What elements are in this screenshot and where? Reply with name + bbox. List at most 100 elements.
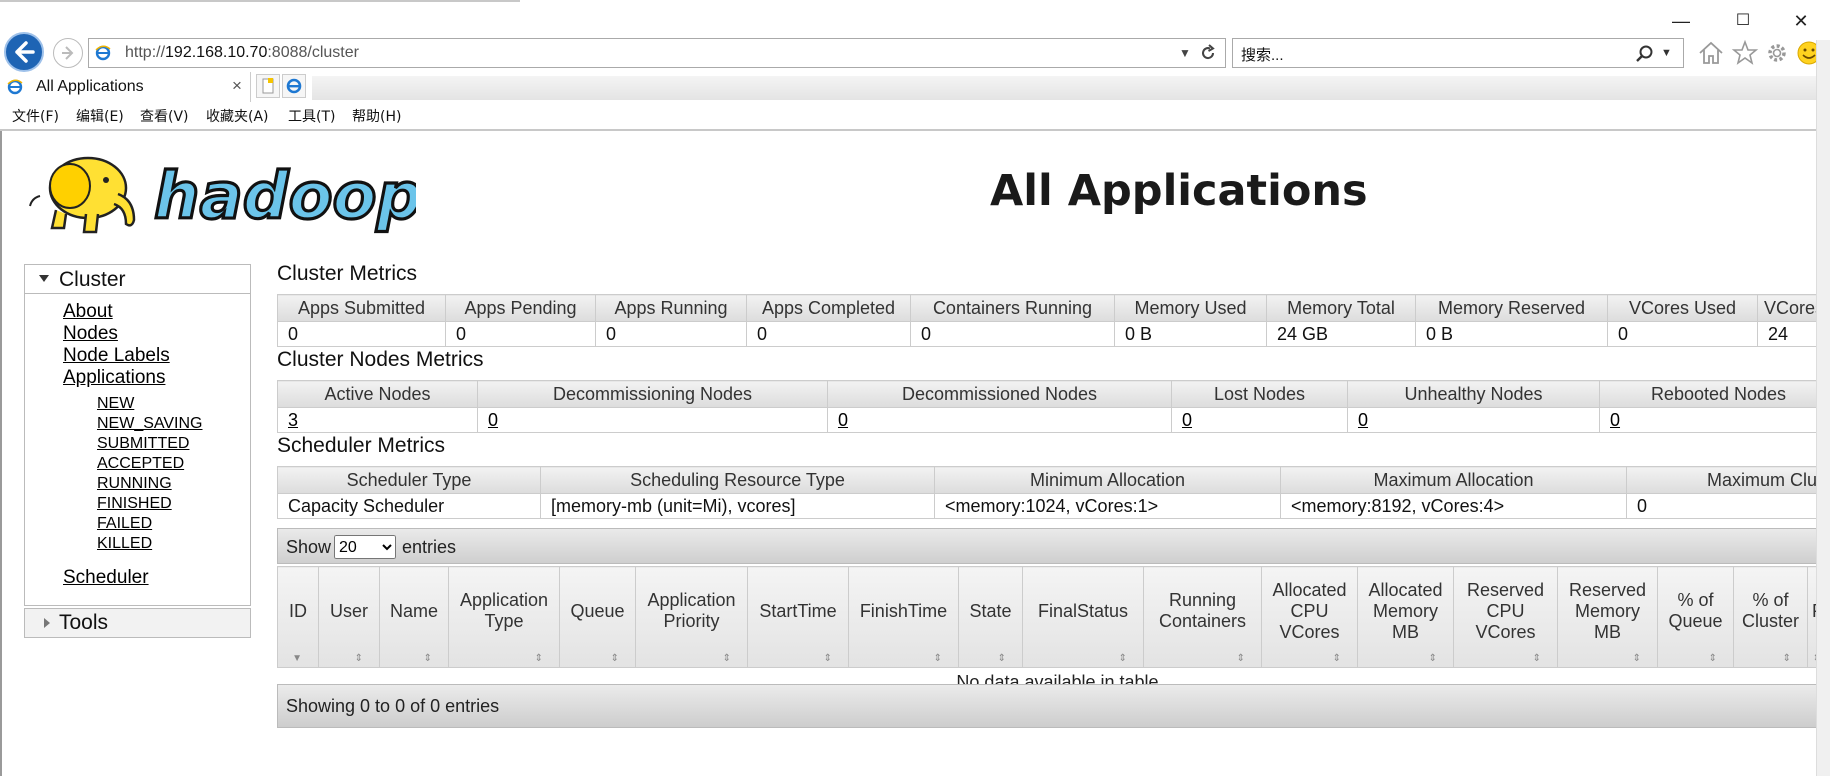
- val-apps-completed: 0: [746, 321, 911, 347]
- col-id[interactable]: ID ▼: [277, 566, 319, 668]
- col-unhealthy-nodes: Unhealthy Nodes: [1347, 380, 1600, 408]
- sidebar-state-submitted[interactable]: SUBMITTED: [97, 435, 189, 453]
- cluster-label: Cluster: [59, 268, 126, 291]
- forward-button[interactable]: [53, 38, 83, 68]
- col-finalstatus[interactable]: FinalStatus ⇕: [1022, 566, 1144, 668]
- link-decommissioning-nodes[interactable]: 0: [488, 410, 498, 430]
- sidebar-link-scheduler[interactable]: Scheduler: [63, 567, 149, 589]
- back-button[interactable]: [4, 32, 44, 72]
- val-apps-submitted: 0: [277, 321, 446, 347]
- col-application-type[interactable]: Application Type ⇕: [448, 566, 560, 668]
- url-text[interactable]: http://192.168.10.70:8088/cluster: [125, 44, 359, 62]
- col-reserved-cpu-vcores[interactable]: Reserved CPU VCores ⇕: [1453, 566, 1558, 668]
- search-box[interactable]: 搜索... ▼: [1232, 38, 1684, 68]
- favorites-star-icon[interactable]: [1730, 38, 1760, 68]
- col-memory-used: Memory Used: [1114, 294, 1267, 322]
- val-minimum-allocation: <memory:1024, vCores:1>: [934, 493, 1281, 519]
- settings-gear-icon[interactable]: [1762, 38, 1792, 68]
- tab-all-applications[interactable]: All Applications ×: [0, 72, 251, 102]
- table-info-text: Showing 0 to 0 of 0 entries: [286, 696, 500, 716]
- link-rebooted-nodes[interactable]: 0: [1610, 410, 1620, 430]
- hadoop-logo: hadoop: [29, 156, 416, 236]
- col-queue[interactable]: Queue ⇕: [559, 566, 636, 668]
- column-label: ID: [289, 600, 307, 621]
- sidebar-state-finished[interactable]: FINISHED: [97, 495, 172, 513]
- sidebar-link-applications[interactable]: Applications: [63, 367, 165, 389]
- ie-quick-tab-button[interactable]: [282, 74, 306, 98]
- cluster-section-header[interactable]: Cluster: [25, 265, 250, 294]
- sidebar-state-accepted[interactable]: ACCEPTED: [97, 455, 184, 473]
- logo-wordmark: hadoop: [154, 160, 416, 234]
- sort-both-icon: ⇕: [933, 653, 942, 664]
- col-application-priority[interactable]: Application Priority ⇕: [635, 566, 748, 668]
- sidebar-link-nodes[interactable]: Nodes: [63, 323, 118, 345]
- sidebar-link-about[interactable]: About: [63, 301, 113, 323]
- sort-both-icon: ⇕: [354, 653, 363, 664]
- link-active-nodes[interactable]: 3: [288, 410, 298, 430]
- address-bar[interactable]: http://192.168.10.70:8088/cluster ▼: [88, 38, 1226, 68]
- sidebar-state-running[interactable]: RUNNING: [97, 475, 172, 493]
- sort-both-icon: ⇕: [1532, 653, 1541, 664]
- show-label: Show: [286, 537, 332, 557]
- col-decommissioning-nodes: Decommissioning Nodes: [477, 380, 828, 408]
- col-starttime[interactable]: StartTime ⇕: [747, 566, 849, 668]
- refresh-icon[interactable]: [1199, 44, 1217, 62]
- link-lost-nodes[interactable]: 0: [1182, 410, 1192, 430]
- col-minimum-allocation: Minimum Allocation: [934, 466, 1281, 494]
- val-memory-total: 24 GB: [1266, 321, 1416, 347]
- menu-file[interactable]: 文件(F): [12, 106, 59, 126]
- col-name[interactable]: Name ⇕: [379, 566, 449, 668]
- val-apps-pending: 0: [445, 321, 596, 347]
- sidebar-state-failed[interactable]: FAILED: [97, 515, 152, 533]
- menu-tools[interactable]: 工具(T): [288, 106, 335, 126]
- tab-close-icon[interactable]: ×: [232, 76, 242, 96]
- search-dropdown-icon[interactable]: ▼: [1661, 47, 1672, 59]
- maximize-button[interactable]: ☐: [1728, 10, 1758, 32]
- new-tab-button[interactable]: [256, 74, 280, 98]
- ie-tab-icon: [7, 79, 23, 95]
- col-pct-of-queue[interactable]: % of Queue ⇕: [1657, 566, 1734, 668]
- sidebar-tools[interactable]: Tools: [24, 608, 251, 638]
- sidebar-cluster: Cluster About Nodes Node Labels Applicat…: [24, 264, 251, 606]
- col-state[interactable]: State ⇕: [958, 566, 1023, 668]
- col-running-containers[interactable]: Running Containers ⇕: [1143, 566, 1262, 668]
- column-label: User: [329, 600, 368, 621]
- home-icon[interactable]: [1696, 38, 1726, 68]
- col-vcores-used: VCores Used: [1607, 294, 1758, 322]
- close-window-button[interactable]: ✕: [1786, 10, 1816, 32]
- col-active-nodes: Active Nodes: [277, 380, 478, 408]
- col-rebooted-nodes: Rebooted Nodes: [1599, 380, 1830, 408]
- sort-both-icon: ⇕: [610, 653, 619, 664]
- window-top-strip: [0, 0, 520, 2]
- sort-both-icon: ⇕: [823, 653, 832, 664]
- menu-bar: 文件(F) 编辑(E) 查看(V) 收藏夹(A) 工具(T) 帮助(H): [0, 102, 1830, 128]
- col-reserved-memory-mb[interactable]: Reserved Memory MB ⇕: [1557, 566, 1658, 668]
- sidebar-link-node-labels[interactable]: Node Labels: [63, 345, 170, 367]
- back-arrow-icon: [15, 41, 35, 63]
- col-scheduler-type: Scheduler Type: [277, 466, 541, 494]
- col-user[interactable]: User ⇕: [318, 566, 380, 668]
- sidebar-state-new-saving[interactable]: NEW_SAVING: [97, 415, 203, 433]
- menu-edit[interactable]: 编辑(E): [76, 106, 124, 126]
- menu-favorites[interactable]: 收藏夹(A): [206, 106, 269, 126]
- sidebar-state-killed[interactable]: KILLED: [97, 535, 152, 553]
- sort-both-icon: ⇕: [1782, 653, 1791, 664]
- col-allocated-cpu-vcores[interactable]: Allocated CPU VCores ⇕: [1261, 566, 1358, 668]
- column-label: Reserved Memory MB: [1568, 579, 1647, 642]
- vertical-scrollbar[interactable]: [1816, 40, 1830, 776]
- search-icon[interactable]: [1635, 44, 1655, 64]
- column-label: FinalStatus: [1037, 600, 1129, 621]
- col-allocated-memory-mb[interactable]: Allocated Memory MB ⇕: [1357, 566, 1454, 668]
- address-dropdown-icon[interactable]: ▼: [1179, 46, 1191, 60]
- col-pct-of-cluster[interactable]: % of Cluster ⇕: [1733, 566, 1808, 668]
- applications-table: ID ▼ User ⇕ Name ⇕ Application Type ⇕ Queue ⇕ Appl…: [277, 566, 1830, 697]
- link-unhealthy-nodes[interactable]: 0: [1358, 410, 1368, 430]
- minimize-button[interactable]: —: [1666, 10, 1696, 32]
- menu-help[interactable]: 帮助(H): [352, 106, 401, 126]
- menu-view[interactable]: 查看(V): [140, 106, 189, 126]
- sidebar-state-new[interactable]: NEW: [97, 395, 134, 413]
- scheduler-metrics-title: Scheduler Metrics: [277, 434, 446, 457]
- col-finishtime[interactable]: FinishTime ⇕: [848, 566, 959, 668]
- link-decommissioned-nodes[interactable]: 0: [838, 410, 848, 430]
- entries-per-page-select[interactable]: 102050100: [334, 535, 396, 559]
